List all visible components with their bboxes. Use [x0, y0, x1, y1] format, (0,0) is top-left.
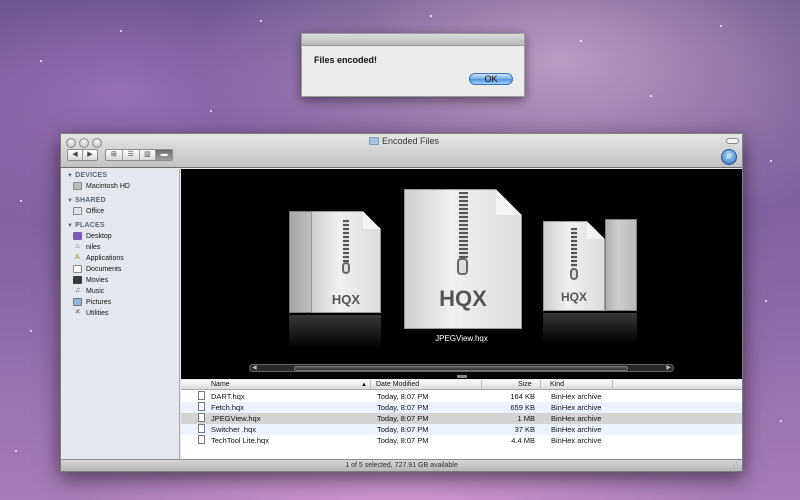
finder-window: Encoded Files ◀ ▶ ⊞ ☰ ▥ ▬ ⌕ ▼ DEVICES Mac… — [60, 133, 743, 472]
folder-icon — [369, 137, 379, 145]
column-header-size[interactable]: Size — [518, 380, 532, 390]
sidebar-item-niles[interactable]: ⌂ niles — [73, 243, 100, 251]
scroll-left-arrow-icon[interactable]: ◀ — [252, 364, 257, 371]
window-toolbar: Encoded Files ◀ ▶ ⊞ ☰ ▥ ▬ ⌕ — [61, 134, 742, 168]
sidebar-section-places[interactable]: ▼ PLACES — [67, 222, 105, 229]
home-icon: ⌂ — [75, 243, 80, 250]
table-row-selected[interactable]: JPEGView.hqx Today, 8:07 PM 1 MB BinHex … — [181, 413, 742, 424]
movies-icon — [73, 276, 82, 284]
list-view-button[interactable]: ☰ — [123, 150, 140, 160]
sidebar-item-movies[interactable]: Movies — [73, 276, 108, 284]
back-forward-control: ◀ ▶ — [67, 149, 98, 161]
alert-titlebar[interactable] — [302, 34, 524, 46]
ok-button[interactable]: OK — [469, 73, 513, 85]
table-row[interactable]: TechTool Lite.hqx Today, 8:07 PM 4.4 MB … — [181, 435, 742, 446]
coverflow-view-button[interactable]: ▬ — [156, 150, 172, 160]
splitter-grip[interactable] — [457, 375, 467, 378]
sidebar-item-applications[interactable]: A Applications — [73, 254, 124, 262]
table-row[interactable]: DART.hqx Today, 8:07 PM 164 KB BinHex ar… — [181, 391, 742, 402]
coverflow-caption: JPEGView.hqx — [435, 334, 488, 343]
sidebar-item-music[interactable]: ♫ Music — [73, 287, 104, 295]
sidebar-item-macintosh-hd[interactable]: Macintosh HD — [73, 182, 130, 190]
resize-grip-icon[interactable]: ⋰ — [733, 458, 740, 470]
search-icon[interactable]: ⌕ — [721, 149, 737, 165]
coverflow-item[interactable]: HQX — [311, 211, 381, 313]
file-list: Name ▲ Date Modified Size Kind DART.hqx … — [181, 380, 742, 459]
view-mode-control: ⊞ ☰ ▥ ▬ — [105, 149, 173, 161]
disclosure-triangle-icon: ▼ — [67, 198, 74, 204]
alert-sheet: Files encoded! — [301, 33, 525, 97]
sidebar-item-office[interactable]: Office — [73, 207, 104, 215]
sidebar-item-utilities[interactable]: ✕ Utilities — [73, 309, 109, 317]
alert-message: Files encoded! — [314, 55, 378, 65]
sidebar: ▼ DEVICES Macintosh HD ▼ SHARED Office ▼ PL… — [61, 169, 180, 459]
document-icon — [198, 391, 205, 400]
zipper-icon — [457, 258, 468, 275]
documents-icon — [73, 265, 82, 273]
forward-button[interactable]: ▶ — [83, 150, 97, 160]
hard-drive-icon — [73, 182, 82, 190]
network-computer-icon — [73, 207, 82, 215]
coverflow-item[interactable]: HQX — [543, 221, 605, 311]
status-text: 1 of 5 selected, 727.91 GB available — [345, 462, 458, 469]
column-view-button[interactable]: ▥ — [140, 150, 157, 160]
window-title: Encoded Files — [369, 136, 439, 146]
pictures-icon — [73, 298, 82, 306]
sidebar-item-pictures[interactable]: Pictures — [73, 298, 111, 306]
sidebar-section-shared[interactable]: ▼ SHARED — [67, 197, 106, 204]
minimize-button[interactable] — [79, 138, 89, 148]
disclosure-triangle-icon: ▼ — [67, 223, 74, 229]
column-header-name[interactable]: Name — [211, 380, 230, 390]
table-row[interactable]: Fetch.hqx Today, 8:07 PM 659 KB BinHex a… — [181, 402, 742, 413]
document-icon — [198, 402, 205, 411]
coverflow-item-selected[interactable]: HQX — [404, 189, 522, 329]
coverflow-item[interactable] — [605, 219, 637, 311]
applications-icon: A — [75, 254, 80, 261]
scroll-right-arrow-icon[interactable]: ▶ — [666, 364, 671, 371]
list-header: Name ▲ Date Modified Size Kind — [181, 380, 742, 390]
sidebar-item-documents[interactable]: Documents — [73, 265, 121, 273]
document-icon — [198, 435, 205, 444]
sidebar-section-devices[interactable]: ▼ DEVICES — [67, 172, 107, 179]
close-button[interactable] — [66, 138, 76, 148]
zoom-button[interactable] — [92, 138, 102, 148]
utilities-icon: ✕ — [74, 309, 81, 316]
zipper-icon — [342, 262, 350, 274]
back-button[interactable]: ◀ — [68, 150, 83, 160]
desktop-icon — [73, 232, 82, 240]
sidebar-item-desktop[interactable]: Desktop — [73, 232, 112, 240]
table-row[interactable]: Switcher .hqx Today, 8:07 PM 37 KB BinHe… — [181, 424, 742, 435]
coverflow-scrollbar[interactable]: ◀ ▶ — [249, 364, 674, 372]
sort-arrow-icon: ▲ — [361, 382, 367, 388]
column-header-kind[interactable]: Kind — [550, 380, 564, 390]
coverflow-view[interactable]: HQX HQX JPEGView.hqx HQX ◀ ▶ — [181, 169, 742, 379]
icon-view-button[interactable]: ⊞ — [106, 150, 123, 160]
music-icon: ♫ — [74, 287, 81, 294]
document-icon — [198, 424, 205, 433]
status-bar: 1 of 5 selected, 727.91 GB available ⋰ — [61, 459, 742, 471]
column-header-date[interactable]: Date Modified — [376, 380, 419, 390]
zipper-icon — [570, 268, 578, 280]
toolbar-toggle-button[interactable] — [726, 138, 739, 144]
document-icon — [198, 413, 205, 422]
disclosure-triangle-icon: ▼ — [67, 173, 74, 179]
coverflow-scroll-thumb[interactable] — [294, 366, 628, 371]
